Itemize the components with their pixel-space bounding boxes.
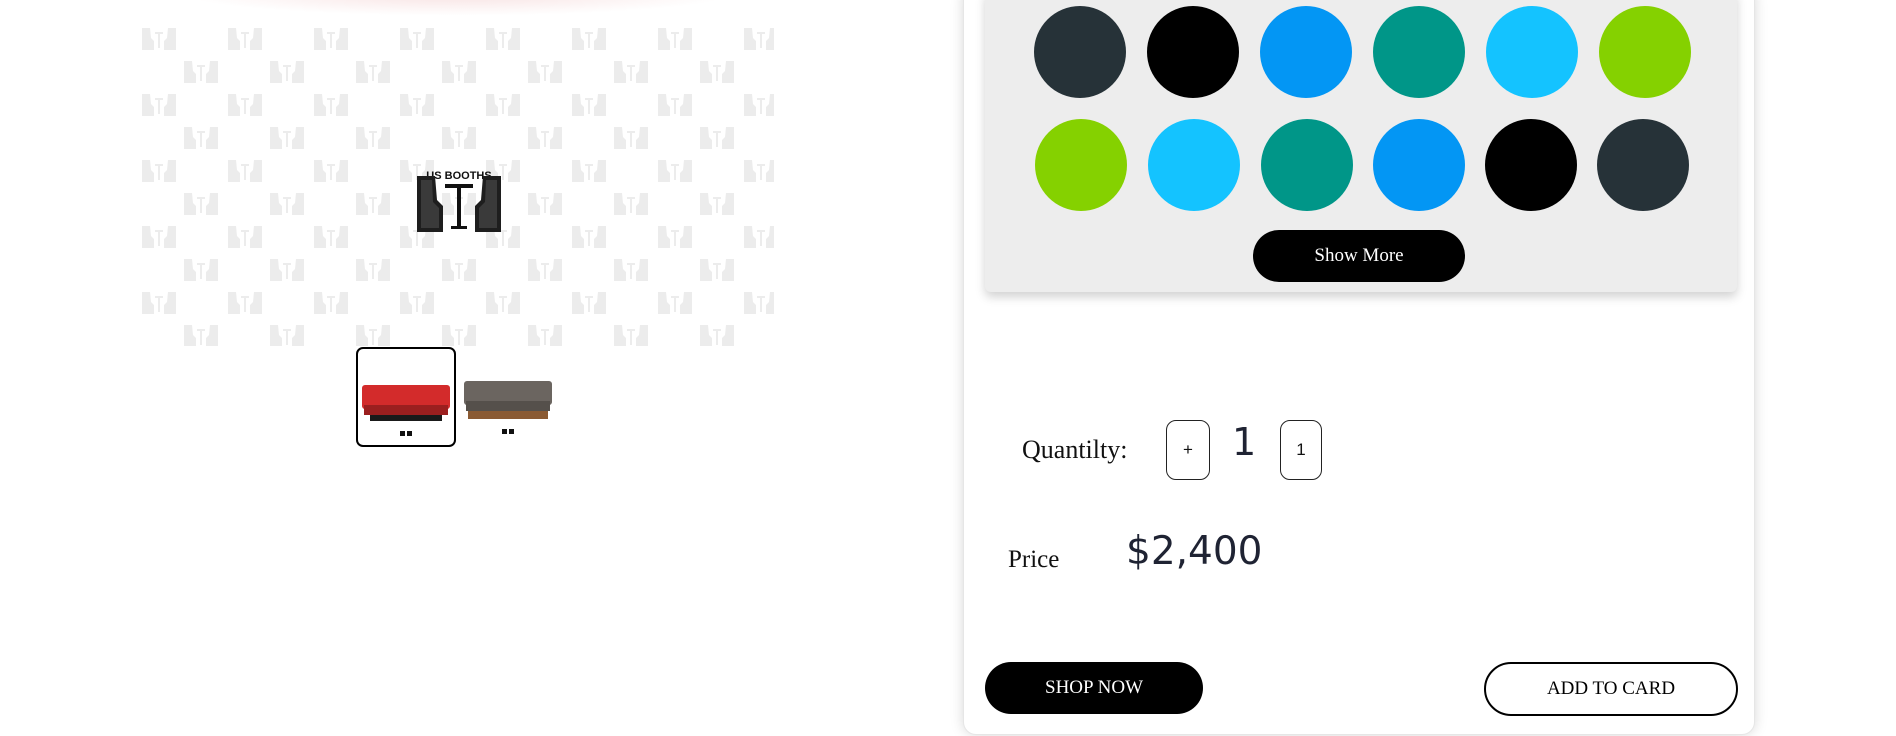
watermark-mark <box>182 191 220 217</box>
watermark-mark <box>612 59 650 85</box>
watermark-mark <box>656 224 694 250</box>
color-swatch[interactable] <box>1373 119 1465 211</box>
color-swatch[interactable] <box>1597 119 1689 211</box>
color-swatch[interactable] <box>1373 6 1465 98</box>
quantity-decrement-button[interactable]: 1 <box>1280 420 1322 480</box>
product-page: US BOOTHS Show More Quantilty: + 1 1 Pri… <box>0 0 1896 736</box>
add-to-card-button[interactable]: ADD TO CARD <box>1484 662 1738 716</box>
color-swatch[interactable] <box>1486 6 1578 98</box>
watermark-mark <box>742 158 774 184</box>
shop-now-button[interactable]: SHOP NOW <box>985 662 1203 714</box>
quantity-label: Quantilty: <box>1022 435 1128 464</box>
watermark-mark <box>698 125 736 151</box>
quantity-value: 1 <box>1232 420 1257 464</box>
watermark-mark <box>440 257 478 283</box>
watermark-mark <box>612 257 650 283</box>
watermark-mark <box>656 26 694 52</box>
watermark-mark <box>612 323 650 346</box>
watermark-mark <box>526 59 564 85</box>
watermark-mark <box>526 125 564 151</box>
watermark-mark <box>226 290 264 316</box>
watermark-mark <box>742 92 774 118</box>
watermark-mark <box>656 158 694 184</box>
color-swatch[interactable] <box>1260 6 1352 98</box>
watermark-mark <box>526 323 564 346</box>
watermark-mark <box>526 191 564 217</box>
watermark-mark <box>612 191 650 217</box>
watermark-mark <box>312 158 350 184</box>
watermark-mark <box>312 290 350 316</box>
watermark-mark <box>484 290 522 316</box>
watermark-mark <box>656 290 694 316</box>
price-label: Price <box>1008 546 1060 573</box>
watermark-mark <box>484 26 522 52</box>
color-swatch[interactable] <box>1147 6 1239 98</box>
watermark-mark <box>140 224 178 250</box>
color-swatch[interactable] <box>1035 119 1127 211</box>
watermark-mark <box>656 92 694 118</box>
watermark-mark <box>398 26 436 52</box>
quantity-increment-button[interactable]: + <box>1166 420 1210 480</box>
logo-text: US BOOTHS <box>426 170 491 182</box>
color-swatch[interactable] <box>1148 119 1240 211</box>
watermark-mark <box>698 257 736 283</box>
watermark-mark <box>698 191 736 217</box>
watermark-mark <box>268 323 306 346</box>
color-swatch[interactable] <box>1485 119 1577 211</box>
watermark-mark <box>440 323 478 346</box>
watermark-mark <box>182 125 220 151</box>
watermark-mark <box>268 191 306 217</box>
watermark-mark <box>140 26 178 52</box>
watermark-mark <box>354 125 392 151</box>
watermark-mark <box>312 92 350 118</box>
watermark-mark <box>526 257 564 283</box>
watermark-mark <box>182 59 220 85</box>
watermark-mark <box>440 125 478 151</box>
watermark-mark <box>268 59 306 85</box>
watermark-mark <box>440 59 478 85</box>
watermark-mark <box>354 257 392 283</box>
watermark-mark <box>312 224 350 250</box>
main-product-image[interactable]: US BOOTHS <box>138 0 774 346</box>
watermark-mark <box>226 26 264 52</box>
watermark-mark <box>182 257 220 283</box>
thumbnail-gray-booth[interactable] <box>460 347 556 443</box>
watermark-mark <box>226 224 264 250</box>
watermark-mark <box>312 26 350 52</box>
watermark-mark <box>742 26 774 52</box>
watermark-mark <box>226 158 264 184</box>
watermark-mark <box>570 224 608 250</box>
color-swatch[interactable] <box>1261 119 1353 211</box>
watermark-mark <box>140 92 178 118</box>
watermark-mark <box>612 125 650 151</box>
watermark-mark <box>226 92 264 118</box>
watermark-mark <box>570 26 608 52</box>
watermark-mark <box>698 323 736 346</box>
watermark-mark <box>268 125 306 151</box>
show-more-button[interactable]: Show More <box>1253 230 1465 282</box>
watermark-mark <box>398 290 436 316</box>
price-value: $2,400 <box>1126 529 1263 574</box>
watermark-mark <box>484 92 522 118</box>
watermark-mark <box>570 92 608 118</box>
watermark-mark <box>698 59 736 85</box>
watermark-mark <box>182 323 220 346</box>
watermark-mark <box>354 191 392 217</box>
color-swatch[interactable] <box>1034 6 1126 98</box>
watermark-mark <box>570 290 608 316</box>
watermark-mark <box>268 257 306 283</box>
watermark-mark <box>354 59 392 85</box>
watermark-mark <box>398 92 436 118</box>
us-booths-logo-icon: US BOOTHS <box>417 170 501 232</box>
thumbnail-red-booth[interactable] <box>356 347 456 447</box>
watermark-mark <box>742 290 774 316</box>
color-swatch[interactable] <box>1599 6 1691 98</box>
watermark-mark <box>140 290 178 316</box>
watermark-mark <box>140 158 178 184</box>
watermark-mark <box>742 224 774 250</box>
watermark-mark <box>354 323 392 346</box>
watermark-mark <box>570 158 608 184</box>
